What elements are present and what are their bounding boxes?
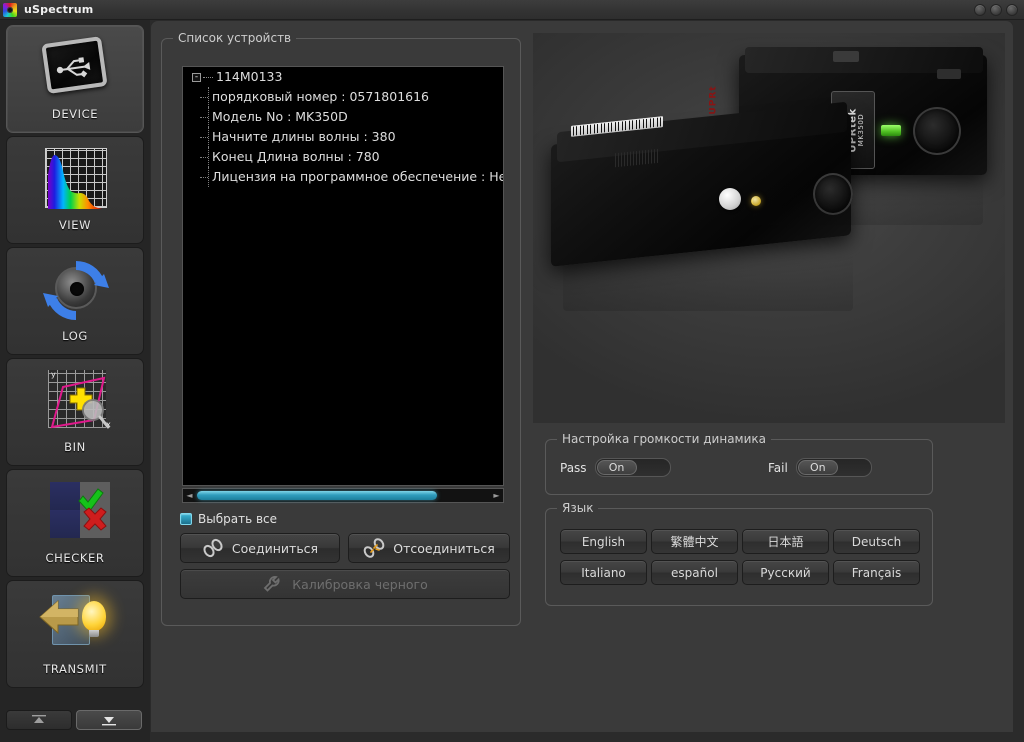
black-calibration-button[interactable]: Калибровка черного bbox=[180, 569, 510, 599]
language-buttons: English 繁體中文 日本語 Deutsch Italiano españo… bbox=[560, 529, 920, 585]
main-content: Список устройств - 114M0133 порядковый но… bbox=[150, 20, 1023, 733]
pass-label: Pass bbox=[560, 460, 587, 475]
device-tree-hscrollbar[interactable]: ◄ ► bbox=[182, 488, 504, 503]
app-title: uSpectrum bbox=[24, 3, 94, 16]
connect-button[interactable]: Соединиться bbox=[180, 533, 340, 563]
model-text: MK350D bbox=[857, 113, 866, 147]
device-list-group: Список устройств - 114M0133 порядковый но… bbox=[161, 31, 521, 626]
language-button-italian[interactable]: Italiano bbox=[560, 560, 647, 585]
checkbox-box-icon[interactable] bbox=[180, 513, 192, 525]
spectrum-chart-icon bbox=[36, 143, 114, 217]
sidebar-item-label: VIEW bbox=[58, 218, 92, 232]
select-all-checkbox[interactable]: Выбрать все bbox=[180, 512, 277, 526]
tree-expander-icon[interactable]: - bbox=[192, 73, 201, 82]
tree-root-label: 114M0133 bbox=[216, 69, 283, 84]
sidebar-item-device[interactable]: DEVICE bbox=[6, 25, 144, 133]
sidebar-item-label: LOG bbox=[62, 329, 88, 343]
scrollbar-thumb[interactable] bbox=[197, 491, 437, 500]
language-group: Язык English 繁體中文 日本語 Deutsch Italiano e… bbox=[545, 501, 933, 606]
language-button-japanese[interactable]: 日本語 bbox=[742, 529, 829, 554]
tree-child-license[interactable]: Лицензия на программное обеспечение : Не bbox=[183, 167, 503, 187]
fail-toggle[interactable]: On bbox=[795, 458, 872, 477]
link-icon bbox=[202, 538, 224, 558]
tree-child-label: Лицензия на программное обеспечение : Не bbox=[212, 169, 504, 184]
scroll-right-icon[interactable]: ► bbox=[490, 489, 503, 502]
tree-child-label: Конец Длина волны : 780 bbox=[212, 149, 380, 164]
language-button-german[interactable]: Deutsch bbox=[833, 529, 920, 554]
maximize-button[interactable] bbox=[990, 4, 1002, 16]
language-button-english[interactable]: English bbox=[560, 529, 647, 554]
tree-root-node[interactable]: - 114M0133 bbox=[183, 67, 503, 87]
speaker-volume-group: Настройка громкости динамика Pass On Fai… bbox=[545, 432, 933, 495]
bin-chart-icon: y x bbox=[36, 365, 114, 439]
sidebar-nav: DEVICE VIEW LOG y x BIN CHECKER TRANSMIT bbox=[6, 25, 144, 691]
title-bar: uSpectrum bbox=[0, 0, 1024, 20]
pass-toggle-state[interactable]: On bbox=[596, 460, 637, 475]
sidebar-item-label: DEVICE bbox=[51, 107, 99, 121]
connect-button-label: Соединиться bbox=[231, 540, 319, 556]
transmit-bulb-icon bbox=[36, 587, 114, 661]
shutter-refresh-icon bbox=[36, 254, 114, 328]
sidebar-item-bin[interactable]: y x BIN bbox=[6, 358, 144, 466]
wrench-icon bbox=[262, 574, 284, 594]
svg-text:y: y bbox=[51, 370, 56, 379]
pass-fail-icon bbox=[36, 476, 114, 550]
sidebar-item-checker[interactable]: CHECKER bbox=[6, 469, 144, 577]
disconnect-button[interactable]: Отсоединиться bbox=[348, 533, 510, 563]
fail-toggle-state[interactable]: On bbox=[797, 460, 838, 475]
disconnect-button-label: Отсоединиться bbox=[393, 540, 495, 556]
language-button-russian[interactable]: Русский bbox=[742, 560, 829, 585]
scrollbar-track[interactable] bbox=[196, 489, 490, 502]
select-all-label: Выбрать все bbox=[198, 512, 278, 526]
language-title: Язык bbox=[557, 501, 599, 515]
language-button-french[interactable]: Français bbox=[833, 560, 920, 585]
fail-label: Fail bbox=[768, 460, 788, 475]
minimize-button[interactable] bbox=[974, 4, 986, 16]
device-tree[interactable]: -114M0133 порядковый номер : 0571801616 … bbox=[182, 66, 504, 486]
close-button[interactable] bbox=[1006, 4, 1018, 16]
tree-child-start-wavelength[interactable]: Начните длины волны : 380 bbox=[183, 127, 503, 147]
sidebar-item-label: TRANSMIT bbox=[43, 662, 107, 676]
sidebar: DEVICE VIEW LOG y x BIN CHECKER TRANSMIT bbox=[0, 20, 150, 742]
language-button-spanish[interactable]: español bbox=[651, 560, 738, 585]
tree-child-model[interactable]: Модель No : MK350D bbox=[183, 107, 503, 127]
scroll-up-arrow-icon[interactable] bbox=[6, 710, 72, 730]
pass-toggle[interactable]: On bbox=[594, 458, 671, 477]
device-side-text: UPRt bbox=[708, 85, 719, 115]
tree-child-label: Начните длины волны : 380 bbox=[212, 129, 396, 144]
black-calibration-label: Калибровка черного bbox=[292, 576, 428, 592]
sidebar-item-label: BIN bbox=[64, 440, 86, 454]
color-wheel-icon bbox=[3, 2, 17, 17]
tree-child-label: Модель No : MK350D bbox=[212, 109, 348, 124]
scroll-down-arrow-icon[interactable] bbox=[76, 710, 142, 730]
tree-child-label: порядковый номер : 0571801616 bbox=[212, 89, 430, 104]
window-controls bbox=[974, 4, 1018, 16]
pass-volume-row: Pass On bbox=[560, 458, 671, 477]
device-photo: UPRt UPRtek MK350D bbox=[533, 33, 1005, 423]
speaker-volume-title: Настройка громкости динамика bbox=[557, 432, 771, 446]
sidebar-item-transmit[interactable]: TRANSMIT bbox=[6, 580, 144, 688]
sidebar-item-view[interactable]: VIEW bbox=[6, 136, 144, 244]
broken-link-icon bbox=[363, 538, 385, 558]
tree-child-end-wavelength[interactable]: Конец Длина волны : 780 bbox=[183, 147, 503, 167]
tree-child-serial[interactable]: порядковый номер : 0571801616 bbox=[183, 87, 503, 107]
device-list-title: Список устройств bbox=[173, 31, 297, 45]
sidebar-scroll-buttons bbox=[6, 710, 142, 730]
usb-device-icon bbox=[31, 27, 119, 111]
scroll-left-icon[interactable]: ◄ bbox=[183, 489, 196, 502]
fail-volume-row: Fail On bbox=[768, 458, 872, 477]
sidebar-item-label: CHECKER bbox=[45, 551, 105, 565]
language-button-chinese[interactable]: 繁體中文 bbox=[651, 529, 738, 554]
sidebar-item-log[interactable]: LOG bbox=[6, 247, 144, 355]
